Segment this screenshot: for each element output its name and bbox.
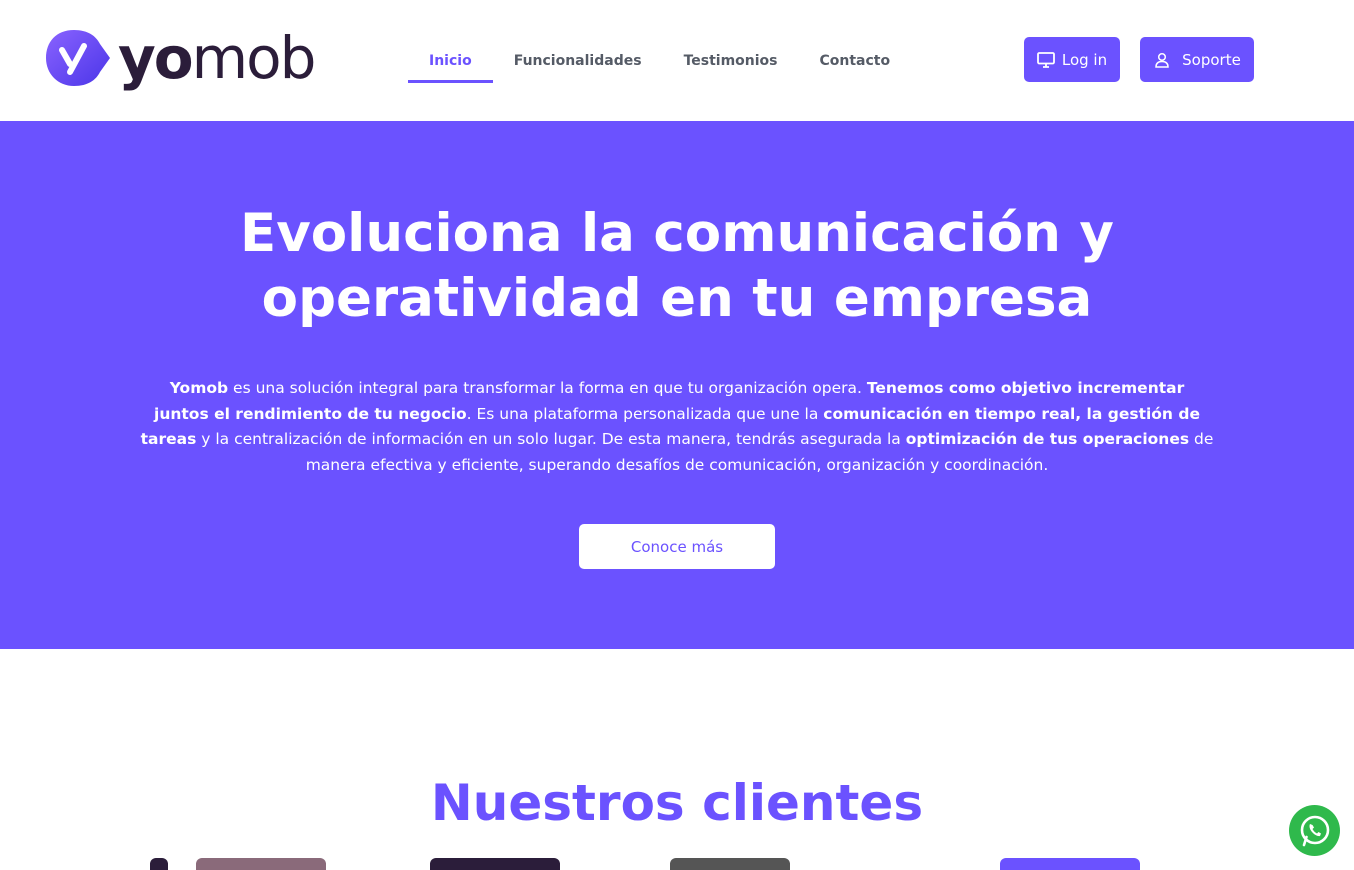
conoce-mas-button[interactable]: Conoce más	[579, 524, 775, 569]
nav-testimonios[interactable]: Testimonios	[663, 0, 799, 121]
hero-description: Yomob es una solución integral para tran…	[140, 379, 1214, 474]
client-logo	[430, 858, 560, 870]
client-logo	[196, 858, 326, 870]
client-logo	[1000, 858, 1140, 870]
client-logos-strip	[0, 858, 1354, 870]
hero-section: Evoluciona la comunicación y operativida…	[0, 121, 1354, 649]
user-icon	[1155, 52, 1169, 68]
nav-contacto[interactable]: Contacto	[799, 0, 912, 121]
client-logo	[150, 858, 168, 870]
nav-inicio[interactable]: Inicio	[408, 0, 493, 121]
site-header: yomob Inicio Funcionalidades Testimonios…	[0, 0, 1354, 121]
support-button[interactable]: Soporte	[1140, 37, 1254, 82]
login-label: Log in	[1061, 50, 1108, 69]
yomob-logo[interactable]: yomob	[44, 24, 316, 92]
main-nav: Inicio Funcionalidades Testimonios Conta…	[408, 0, 911, 121]
client-logo	[670, 858, 790, 870]
nav-funcionalidades[interactable]: Funcionalidades	[493, 0, 663, 121]
logo-wordmark: yomob	[118, 24, 316, 92]
clients-title: Nuestros clientes	[430, 774, 924, 832]
whatsapp-icon	[1300, 815, 1329, 846]
login-button[interactable]: Log in	[1024, 37, 1120, 82]
hero-title: Evoluciona la comunicación y operativida…	[240, 203, 1114, 329]
support-label: Soporte	[1182, 50, 1241, 69]
whatsapp-button[interactable]	[1289, 805, 1340, 856]
monitor-icon	[1036, 51, 1055, 68]
logo-mark-icon	[46, 30, 110, 86]
